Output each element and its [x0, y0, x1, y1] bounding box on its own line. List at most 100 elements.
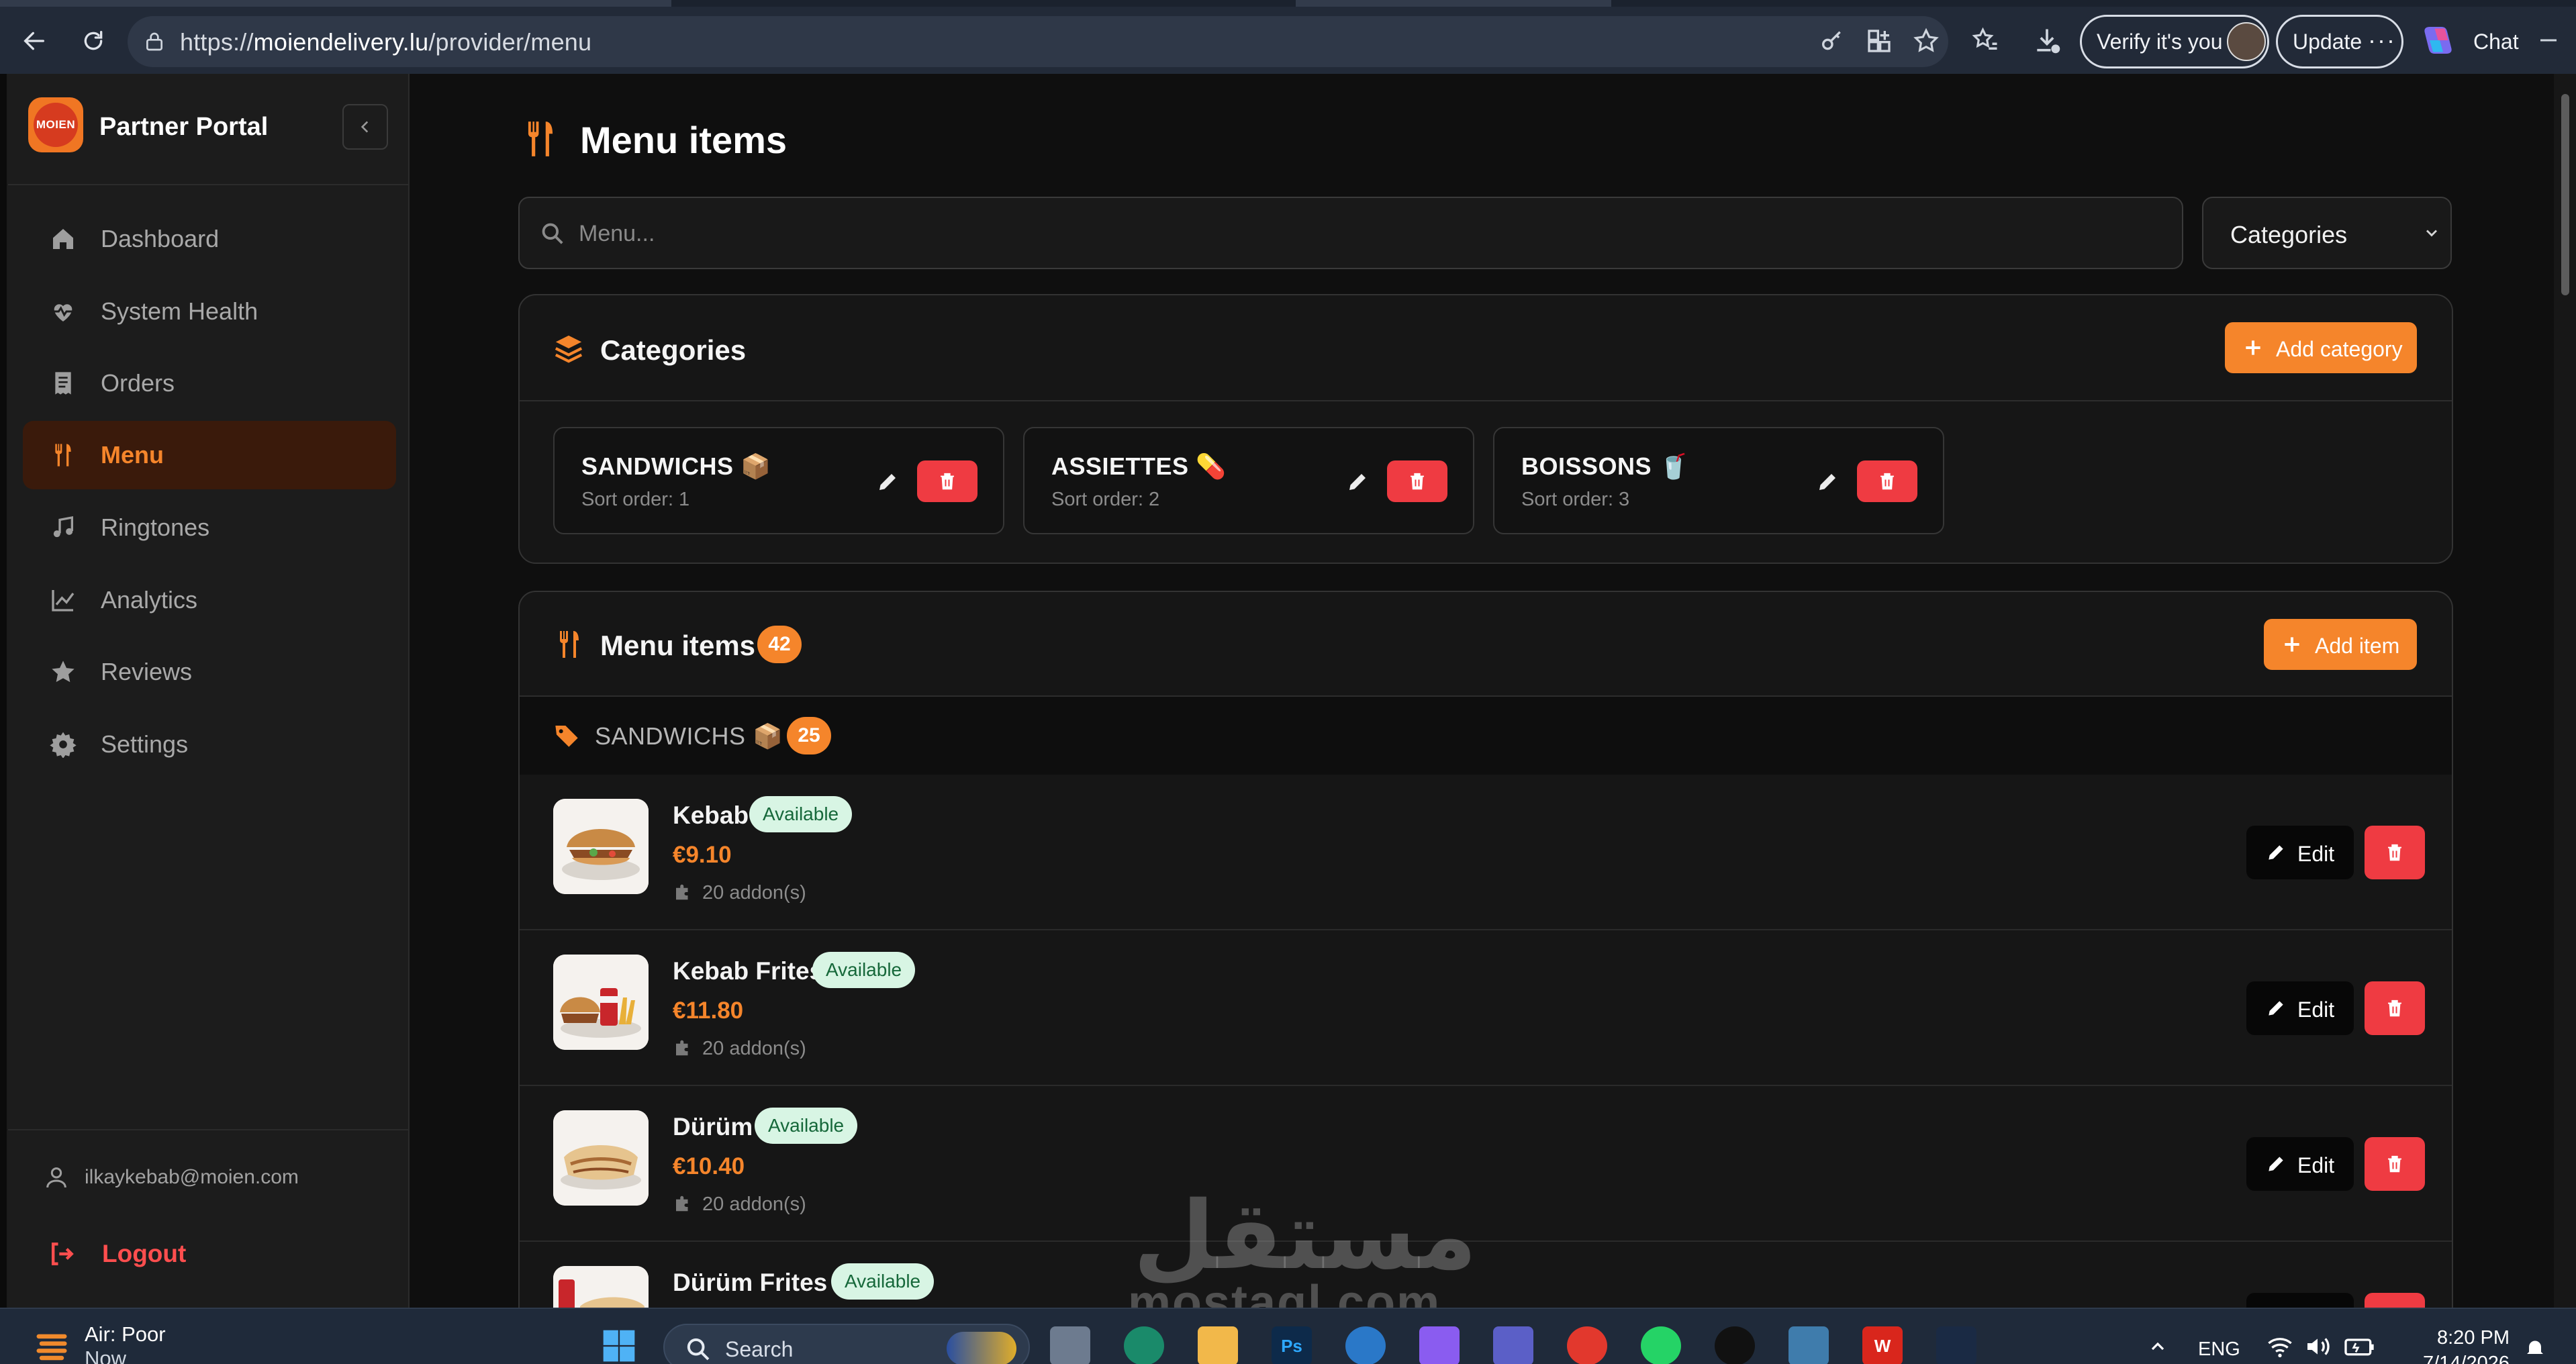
site-info-icon[interactable]	[144, 31, 165, 52]
app-window-icon[interactable]	[1788, 1326, 1829, 1364]
wps-office-icon[interactable]: W	[1862, 1326, 1903, 1364]
battery-icon[interactable]	[2343, 1333, 2375, 1363]
scrollbar-thumb[interactable]	[2561, 94, 2569, 295]
menu-item-row[interactable]: Dürüm Available €10.40 20 addon(s) Edit	[520, 1086, 2452, 1242]
edit-item-button[interactable]	[2246, 1293, 2354, 1308]
verify-profile-button[interactable]: Verify it's you	[2080, 15, 2269, 68]
sidebar-item-menu[interactable]: Menu	[23, 421, 396, 489]
sidebar-item-ringtones[interactable]: Ringtones	[23, 493, 396, 562]
chrome-icon[interactable]	[1567, 1326, 1607, 1364]
search-input[interactable]	[579, 214, 2123, 253]
trash-icon	[1411, 473, 1424, 490]
item-addons: 20 addon(s)	[673, 1194, 806, 1219]
item-photo-kebab	[553, 799, 649, 894]
url-text[interactable]: https://moiendelivery.lu/provider/menu	[180, 28, 591, 56]
tray-chevron-up-icon[interactable]	[2147, 1336, 2168, 1361]
system-clock[interactable]: 8:20 PM 7/14/2026	[2409, 1325, 2510, 1364]
logout-button[interactable]: Logout	[35, 1227, 303, 1281]
weather-widget[interactable]: Air: Poor Now	[85, 1322, 166, 1364]
tab-strip	[0, 0, 2576, 7]
input-language[interactable]: ENG	[2198, 1338, 2240, 1361]
logout-label: Logout	[102, 1240, 187, 1267]
photoshop-icon[interactable]: Ps	[1272, 1326, 1312, 1364]
edit-item-button[interactable]: Edit	[2246, 981, 2354, 1035]
menu-item-row[interactable]: Kebab Available €9.10 20 addon(s) Edit	[520, 775, 2452, 930]
update-button[interactable]: Update ···	[2276, 15, 2403, 68]
weather-air-icon[interactable]	[34, 1328, 70, 1364]
category-group-header[interactable]: SANDWICHS 📦 25	[520, 697, 2452, 775]
delete-item-button[interactable]	[2365, 826, 2425, 879]
delete-category-button[interactable]	[1857, 460, 1917, 502]
sidebar-item-analytics[interactable]: Analytics	[23, 566, 396, 634]
edit-label: Edit	[2297, 1153, 2335, 1177]
app-triangle-icon[interactable]	[1936, 1326, 1976, 1364]
edit-item-button[interactable]: Edit	[2246, 1137, 2354, 1191]
category-sort-order: Sort order: 2	[1051, 489, 1160, 510]
delete-item-button[interactable]	[2365, 981, 2425, 1035]
chat-label[interactable]: Chat	[2473, 30, 2519, 54]
start-icon[interactable]	[599, 1326, 639, 1364]
add-item-button[interactable]: Add item	[2264, 619, 2417, 670]
taskbar-search[interactable]: Search	[663, 1324, 1030, 1364]
downloads-icon[interactable]	[2029, 22, 2065, 58]
whatsapp-icon[interactable]	[1641, 1326, 1681, 1364]
delete-category-button[interactable]	[917, 460, 977, 502]
address-bar[interactable]: https://moiendelivery.lu/provider/menu	[128, 16, 1948, 67]
puzzle-icon	[673, 884, 693, 907]
search-field[interactable]	[518, 197, 2183, 269]
edge-browser-icon[interactable]	[1124, 1326, 1164, 1364]
category-name: BOISSONS 🥤	[1521, 452, 1689, 480]
sidebar-toggle-icon[interactable]	[2536, 28, 2563, 55]
app-available-icon[interactable]	[1861, 23, 1897, 59]
add-category-button[interactable]: Add category	[2225, 322, 2417, 373]
reload-button[interactable]	[73, 20, 114, 62]
item-addons-count: 20 addon(s)	[702, 1038, 806, 1059]
sidebar-item-orders[interactable]: Orders	[23, 349, 396, 418]
item-price: €9.10	[673, 842, 732, 868]
sidebar-item-label: Ringtones	[101, 514, 210, 541]
brand-logo[interactable]: MOIEN	[28, 97, 83, 152]
app-circle-icon[interactable]	[1715, 1326, 1755, 1364]
favorites-icon[interactable]	[1967, 22, 2003, 58]
file-explorer-icon[interactable]	[1198, 1326, 1238, 1364]
tab-segment[interactable]	[1296, 0, 1611, 7]
password-key-icon[interactable]	[1814, 23, 1850, 59]
category-tile[interactable]: ASSIETTES 💊 Sort order: 2	[1023, 427, 1474, 534]
notification-bell-icon[interactable]	[2523, 1336, 2547, 1363]
category-tile[interactable]: BOISSONS 🥤 Sort order: 3	[1493, 427, 1944, 534]
edge-dev-icon[interactable]	[1345, 1326, 1386, 1364]
task-view-icon[interactable]	[1050, 1326, 1090, 1364]
tab-segment[interactable]	[0, 0, 671, 7]
copilot-app-icon[interactable]	[1419, 1326, 1460, 1364]
collapse-sidebar-button[interactable]	[342, 104, 388, 150]
layers-icon	[553, 333, 584, 367]
edit-category-button[interactable]	[1339, 463, 1376, 501]
teams-icon[interactable]	[1493, 1326, 1533, 1364]
back-button[interactable]	[13, 20, 55, 62]
edit-category-button[interactable]	[1809, 463, 1846, 501]
delete-category-button[interactable]	[1387, 460, 1447, 502]
delete-item-button[interactable]	[2365, 1293, 2425, 1308]
category-group-count: 25	[787, 717, 831, 754]
edit-label: Edit	[2297, 997, 2335, 1022]
gear-icon	[48, 730, 78, 759]
sidebar-item-dashboard[interactable]: Dashboard	[23, 205, 396, 273]
copilot-icon[interactable]	[2420, 20, 2460, 60]
edit-item-button[interactable]: Edit	[2246, 826, 2354, 879]
sidebar-item-settings[interactable]: Settings	[23, 710, 396, 779]
sidebar-item-system-health[interactable]: System Health	[23, 277, 396, 346]
delete-item-button[interactable]	[2365, 1137, 2425, 1191]
item-addons: 20 addon(s)	[673, 882, 806, 908]
page-scrollbar[interactable]	[2554, 74, 2576, 1308]
item-price: €10.40	[673, 1153, 745, 1179]
menu-item-row[interactable]: Kebab Frites Available €11.80 20 addon(s…	[520, 930, 2452, 1086]
edit-category-button[interactable]	[869, 463, 906, 501]
category-tile[interactable]: SANDWICHS 📦 Sort order: 1	[553, 427, 1004, 534]
category-filter-select[interactable]: Categories	[2202, 197, 2452, 269]
sidebar-item-reviews[interactable]: Reviews	[23, 638, 396, 706]
menu-item-row[interactable]: Dürüm Frites Available	[520, 1242, 2452, 1308]
favorite-star-icon[interactable]	[1908, 23, 1944, 59]
volume-icon[interactable]	[2304, 1333, 2331, 1363]
wifi-icon[interactable]	[2267, 1333, 2293, 1363]
menu-items-card-header: Menu items 42 Add item	[520, 592, 2452, 697]
